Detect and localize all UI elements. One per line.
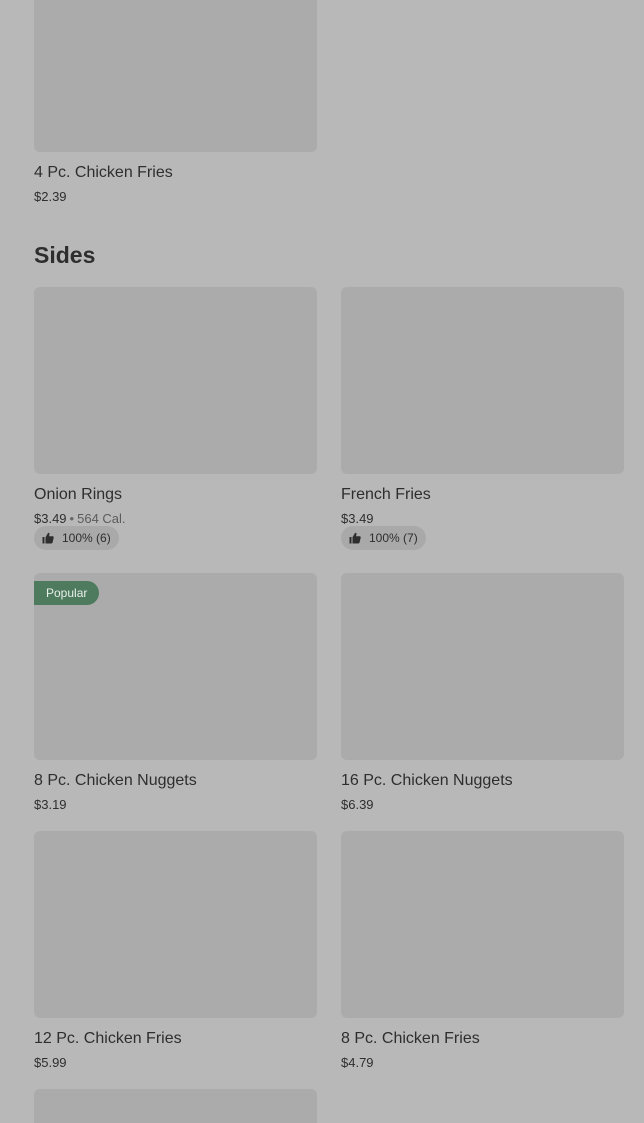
- item-price: $4.79: [341, 1055, 374, 1070]
- item-price: $3.19: [34, 797, 67, 812]
- menu-item-card[interactable]: Popular 8 Pc. Chicken Nuggets $3.19: [34, 573, 317, 812]
- item-price: $2.39: [34, 189, 67, 204]
- item-calories: 564 Cal.: [77, 511, 126, 526]
- item-title: 8 Pc. Chicken Fries: [341, 1030, 480, 1047]
- item-image[interactable]: [34, 0, 317, 152]
- item-image[interactable]: [34, 1089, 317, 1123]
- thumbs-up-icon: [349, 532, 361, 544]
- item-image[interactable]: [341, 573, 624, 760]
- meta-separator: •: [69, 511, 75, 526]
- menu-item-card[interactable]: French Fries $3.49 100% (7): [341, 287, 624, 550]
- item-title: 4 Pc. Chicken Fries: [34, 164, 173, 181]
- menu-item-card[interactable]: 8 Pc. Chicken Fries $4.79: [341, 831, 624, 1070]
- item-image[interactable]: [341, 287, 624, 474]
- thumbs-up-icon: [42, 532, 54, 544]
- item-image[interactable]: [34, 831, 317, 1018]
- item-title: 16 Pc. Chicken Nuggets: [341, 772, 513, 789]
- menu-page: 4 Pc. Chicken Fries $2.39 Sides Onion Ri…: [0, 0, 644, 1123]
- rating-badge: 100% (7): [341, 526, 426, 550]
- rating-badge: 100% (6): [34, 526, 119, 550]
- item-price: $3.49: [34, 511, 67, 526]
- item-price: $5.99: [34, 1055, 67, 1070]
- popular-badge: Popular: [34, 581, 100, 605]
- item-title: French Fries: [341, 486, 431, 503]
- menu-item-card[interactable]: 4 Pc. Chicken Fries $2.39: [34, 0, 317, 204]
- menu-item-card[interactable]: [34, 1089, 317, 1123]
- item-title: 8 Pc. Chicken Nuggets: [34, 772, 197, 789]
- menu-item-card[interactable]: 16 Pc. Chicken Nuggets $6.39: [341, 573, 624, 812]
- item-title: 12 Pc. Chicken Fries: [34, 1030, 182, 1047]
- menu-item-card[interactable]: Onion Rings $3.49 • 564 Cal. 100% (6): [34, 287, 317, 550]
- item-image[interactable]: Popular: [34, 573, 317, 760]
- section-title: Sides: [34, 242, 96, 268]
- item-image[interactable]: [34, 287, 317, 474]
- item-title: Onion Rings: [34, 486, 123, 503]
- menu-item-card[interactable]: 12 Pc. Chicken Fries $5.99: [34, 831, 317, 1070]
- item-meta: $3.49 • 564 Cal.: [34, 511, 126, 527]
- item-price: $6.39: [341, 797, 374, 812]
- rating-text: 100% (7): [369, 531, 418, 545]
- item-price: $3.49: [341, 511, 374, 526]
- rating-text: 100% (6): [62, 531, 111, 545]
- item-image[interactable]: [341, 831, 624, 1018]
